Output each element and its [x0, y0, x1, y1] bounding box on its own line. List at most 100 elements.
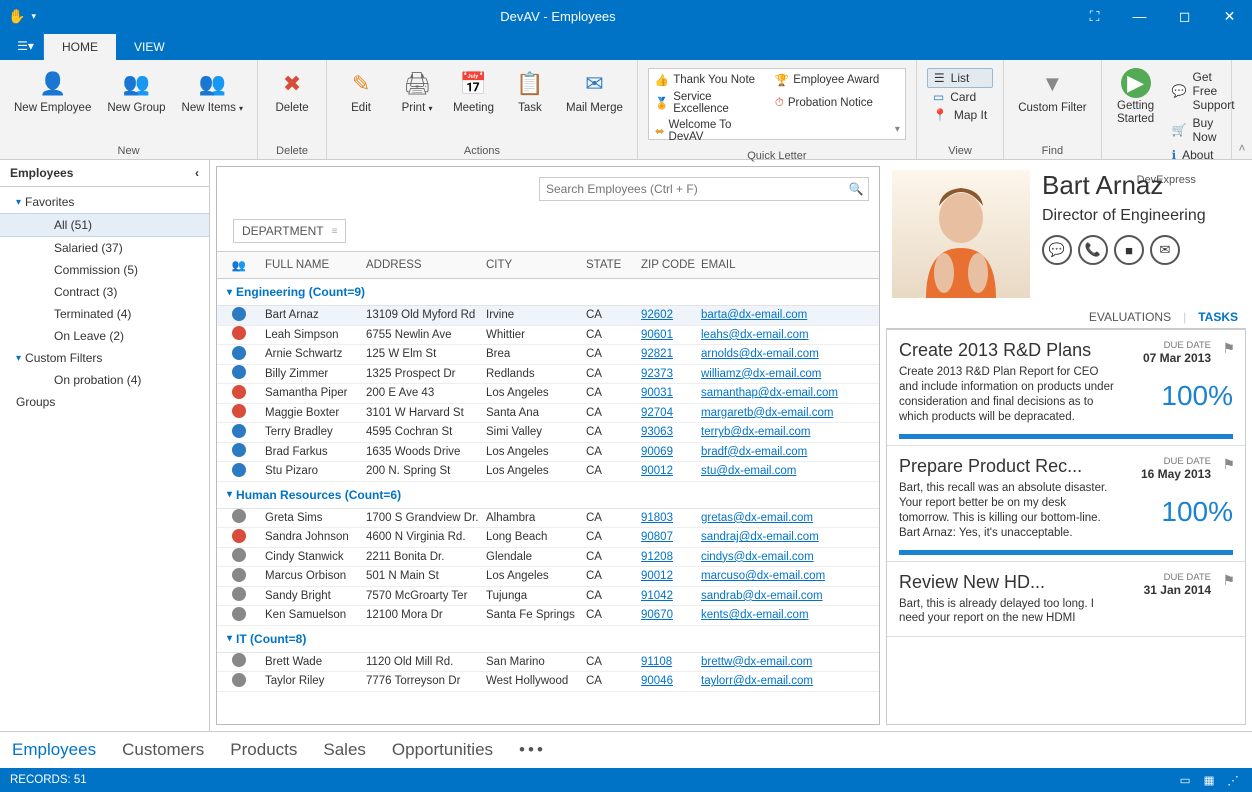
nav-opportunities[interactable]: Opportunities — [392, 740, 493, 760]
zip-link[interactable]: 93063 — [641, 426, 673, 438]
print-button[interactable]: 🖨Print ▾ — [389, 64, 445, 119]
table-row[interactable]: Stu Pizaro200 N. Spring StLos AngelesCA9… — [217, 462, 879, 482]
task-button[interactable]: 📋Task — [502, 64, 558, 119]
zip-link[interactable]: 90031 — [641, 387, 673, 399]
table-row[interactable]: Sandy Bright7570 McGroarty TerTujungaCA9… — [217, 587, 879, 607]
table-row[interactable]: Samantha Piper200 E Ave 43Los AngelesCA9… — [217, 384, 879, 404]
email-link[interactable]: brettw@dx-email.com — [701, 656, 812, 668]
zip-link[interactable]: 92821 — [641, 348, 673, 360]
tree-item[interactable]: Terminated (4) — [0, 303, 209, 325]
collapse-icon[interactable]: ‹ — [195, 166, 199, 180]
view2-icon[interactable]: ▦ — [1200, 772, 1218, 788]
dropdown-icon[interactable]: ▾ — [31, 11, 36, 22]
zip-link[interactable]: 90046 — [641, 675, 673, 687]
ql-probation[interactable]: ⏱Probation Notice — [771, 89, 891, 117]
getting-started-button[interactable]: ▶Getting Started — [1108, 64, 1164, 129]
quick-access-icon[interactable]: ✋ — [8, 8, 25, 25]
ribbon-display-icon[interactable]: ⛶ — [1072, 0, 1117, 32]
table-row[interactable]: Maggie Boxter3101 W Harvard StSanta AnaC… — [217, 404, 879, 424]
table-row[interactable]: Marcus Orbison501 N Main StLos AngelesCA… — [217, 567, 879, 587]
file-tab-icon[interactable]: ☰▾ — [8, 32, 44, 60]
col-email[interactable]: EMAIL — [701, 259, 879, 271]
nav-sales[interactable]: Sales — [323, 740, 366, 760]
zip-link[interactable]: 90012 — [641, 465, 673, 477]
resize-grip-icon[interactable]: ⋰ — [1224, 772, 1242, 788]
search-icon[interactable]: 🔍 — [844, 182, 868, 196]
new-employee-button[interactable]: 👤New Employee — [6, 64, 99, 119]
table-row[interactable]: Ken Samuelson12100 Mora DrSanta Fe Sprin… — [217, 606, 879, 626]
header-icon[interactable]: 👥 — [217, 258, 261, 272]
ql-welcome[interactable]: ⬌Welcome To DevAV — [651, 117, 771, 145]
table-row[interactable]: Leah Simpson6755 Newlin AveWhittierCA906… — [217, 326, 879, 346]
email-link[interactable]: arnolds@dx-email.com — [701, 348, 819, 360]
zip-link[interactable]: 92704 — [641, 407, 673, 419]
nav-customers[interactable]: Customers — [122, 740, 204, 760]
minimize-icon[interactable]: — — [1117, 0, 1162, 32]
ql-award[interactable]: 🏆Employee Award — [771, 71, 891, 89]
ql-service[interactable]: 🏅Service Excellence — [651, 89, 771, 117]
search-input[interactable] — [540, 178, 844, 200]
maximize-icon[interactable]: ◻ — [1162, 0, 1207, 32]
zip-link[interactable]: 91803 — [641, 512, 673, 524]
quick-letter-gallery[interactable]: 👍Thank You Note 🏆Employee Award 🏅Service… — [648, 68, 906, 140]
email-link[interactable]: samanthap@dx-email.com — [701, 387, 838, 399]
group-row[interactable]: ▾ Human Resources (Count=6) — [217, 482, 879, 509]
tab-evaluations[interactable]: EVALUATIONS — [1089, 310, 1171, 324]
close-icon[interactable]: ✕ — [1207, 0, 1252, 32]
zip-link[interactable]: 90670 — [641, 609, 673, 621]
zip-link[interactable]: 90012 — [641, 570, 673, 582]
mail-merge-button[interactable]: ✉Mail Merge — [558, 64, 631, 119]
table-row[interactable]: Terry Bradley4595 Cochran StSimi ValleyC… — [217, 423, 879, 443]
gallery-expand-icon[interactable]: ▾ — [891, 120, 905, 139]
tree-item-groups[interactable]: Groups — [0, 391, 209, 413]
buy-now-link[interactable]: 🛒Buy Now — [1168, 114, 1239, 146]
tab-home[interactable]: HOME — [44, 34, 116, 60]
group-by-department[interactable]: DEPARTMENT≡ — [233, 219, 346, 243]
task-card[interactable]: Create 2013 R&D PlansDUE DATE07 Mar 2013… — [887, 330, 1245, 446]
ribbon-collapse-icon[interactable]: ˄ — [1232, 60, 1252, 159]
tree-item[interactable]: All (51) — [0, 213, 209, 237]
task-card[interactable]: Review New HD...DUE DATE31 Jan 2014⚑Bart… — [887, 562, 1245, 638]
flag-icon[interactable]: ⚑ — [1222, 572, 1235, 589]
email-link[interactable]: sandraj@dx-email.com — [701, 531, 819, 543]
email-link[interactable]: marcuso@dx-email.com — [701, 570, 825, 582]
view-map-button[interactable]: 📍Map It — [927, 106, 993, 124]
group-row[interactable]: ▾ Engineering (Count=9) — [217, 279, 879, 306]
email-link[interactable]: terryb@dx-email.com — [701, 426, 810, 438]
col-fullname[interactable]: FULL NAME — [261, 259, 366, 271]
email-link[interactable]: barta@dx-email.com — [701, 309, 807, 321]
delete-button[interactable]: ✖Delete — [264, 64, 320, 119]
edit-button[interactable]: ✎Edit — [333, 64, 389, 119]
tree-item[interactable]: Commission (5) — [0, 259, 209, 281]
col-address[interactable]: ADDRESS — [366, 259, 486, 271]
email-link[interactable]: stu@dx-email.com — [701, 465, 796, 477]
search-box[interactable]: 🔍 — [539, 177, 869, 201]
new-group-button[interactable]: 👥New Group — [99, 64, 173, 119]
zip-link[interactable]: 91042 — [641, 590, 673, 602]
zip-link[interactable]: 90069 — [641, 446, 673, 458]
new-items-button[interactable]: 👥New Items ▾ — [174, 64, 252, 119]
favorites-header[interactable]: ▾Favorites — [0, 191, 209, 213]
nav-more-icon[interactable]: ••• — [519, 740, 546, 760]
view-card-button[interactable]: ▭Card — [927, 88, 993, 106]
table-row[interactable]: Cindy Stanwick2211 Bonita Dr.GlendaleCA9… — [217, 548, 879, 568]
tree-item[interactable]: Contract (3) — [0, 281, 209, 303]
chat-button[interactable]: 💬 — [1042, 235, 1072, 265]
email-button[interactable]: ✉ — [1150, 235, 1180, 265]
nav-products[interactable]: Products — [230, 740, 297, 760]
video-button[interactable]: ■ — [1114, 235, 1144, 265]
email-link[interactable]: gretas@dx-email.com — [701, 512, 813, 524]
task-card[interactable]: Prepare Product Rec...DUE DATE16 May 201… — [887, 446, 1245, 562]
view-list-button[interactable]: ☰List — [927, 68, 993, 88]
col-zip[interactable]: ZIP CODE — [641, 259, 701, 271]
email-link[interactable]: sandrab@dx-email.com — [701, 590, 823, 602]
zip-link[interactable]: 91108 — [641, 656, 672, 668]
table-row[interactable]: Billy Zimmer1325 Prospect DrRedlandsCA92… — [217, 365, 879, 385]
email-link[interactable]: margaretb@dx-email.com — [701, 407, 833, 419]
phone-button[interactable]: 📞 — [1078, 235, 1108, 265]
flag-icon[interactable]: ⚑ — [1222, 456, 1235, 473]
group-row[interactable]: ▾ IT (Count=8) — [217, 626, 879, 653]
tree-item[interactable]: On Leave (2) — [0, 325, 209, 347]
zip-link[interactable]: 91208 — [641, 551, 673, 563]
email-link[interactable]: bradf@dx-email.com — [701, 446, 807, 458]
